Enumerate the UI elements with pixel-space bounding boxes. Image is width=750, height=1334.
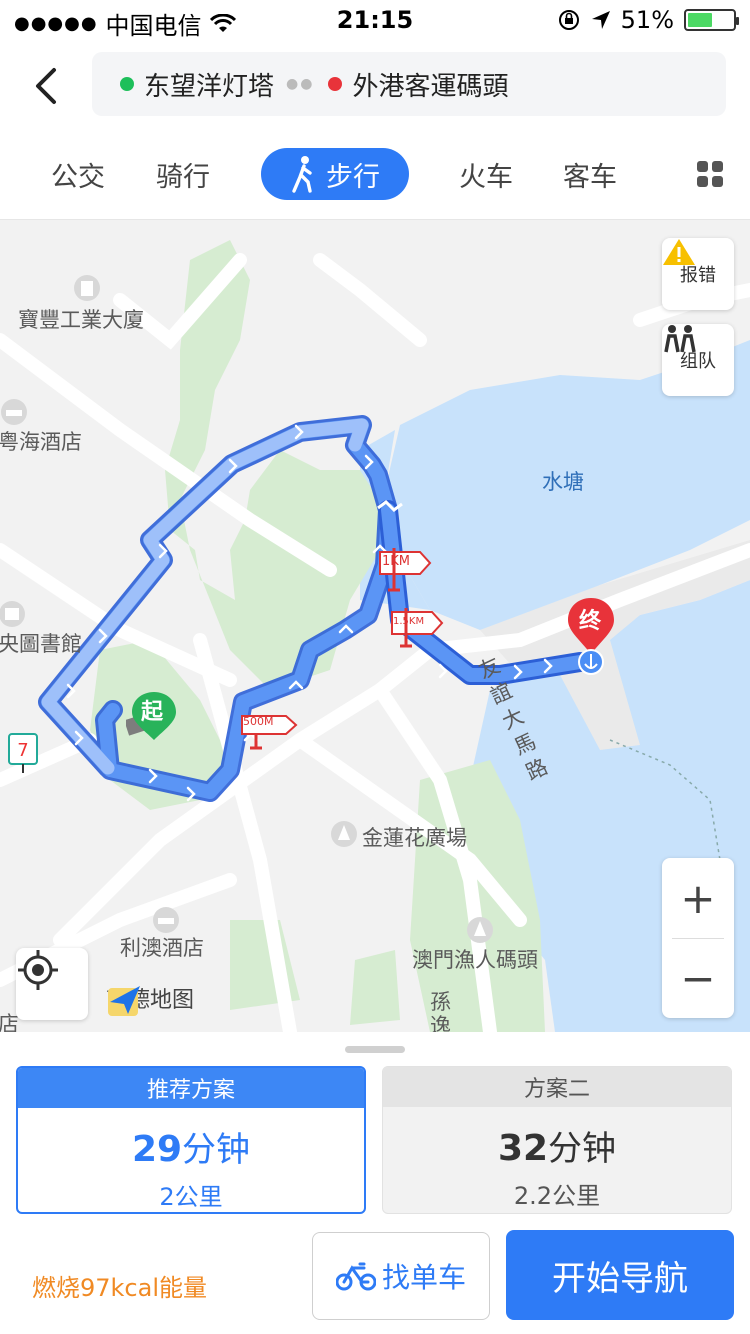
route-separator-icon: ●● [286,76,315,92]
tab-bus[interactable]: 公交 [40,148,116,200]
warning-icon [663,239,695,265]
map-canvas [0,240,750,1032]
more-modes-button[interactable] [688,148,732,200]
bicycle-icon [335,1262,376,1291]
plan-card-second[interactable]: 方案二 32分钟 2.2公里 [382,1066,732,1214]
tab-walking[interactable]: 步行 [261,148,409,200]
battery-icon [684,9,739,31]
tab-coach[interactable]: 客车 [552,148,628,200]
drag-handle[interactable] [345,1046,405,1053]
zoom-out-button[interactable]: − [662,938,734,1018]
building-icon [74,275,100,301]
signpost-icon [391,608,444,648]
status-bar: ●●●●● 中国电信 21:15 51% [0,0,750,42]
plan-title: 方案二 [383,1067,731,1107]
map-label-pier: 澳門漁人碼頭 [412,948,538,972]
map-label-library: 央圖書館 [0,632,82,656]
start-dot-icon [120,77,134,91]
amap-logo: 高德地图 [106,982,194,1016]
rotation-lock-icon [558,10,579,30]
amap-logo-icon [108,986,140,1016]
route-endpoints[interactable]: 东望洋灯塔 ●● 外港客運碼頭 [92,52,726,116]
hotel-icon [1,399,27,425]
end-location[interactable]: 外港客運碼頭 [352,66,508,103]
zoom-in-button[interactable]: + [662,858,734,938]
map-label-building: 寶豐工業大廈 [18,308,144,332]
map-label-water: 水塘 [542,470,584,494]
end-dot-icon [328,77,343,91]
plan-title: 推荐方案 [18,1068,364,1108]
crosshair-icon [18,950,58,990]
find-bike-button[interactable]: 找单车 [312,1232,490,1320]
plan-distance: 2公里 [159,1183,223,1211]
svg-text:7: 7 [17,740,28,761]
calorie-text: 燃烧97kcal能量 [32,1274,208,1302]
report-error-button[interactable]: 报错 [662,238,734,310]
library-icon [0,601,25,627]
convenience-store-icon: 7 [8,733,38,773]
group-people-icon [664,325,696,353]
group-button[interactable]: 组队 [662,324,734,396]
battery-percent: 51% [620,6,674,34]
chevron-left-icon [36,68,56,104]
map-view[interactable]: 7 寶豐工業大廈 粤海酒店 央圖書館 水塘 友誼大馬路 金蓮花廣場 利澳酒店 澳… [0,220,750,1032]
status-right: 51% [557,6,739,34]
zoom-control: + − [662,858,734,1018]
route-plans-panel: 推荐方案 29分钟 2公里 方案二 32分钟 2.2公里 燃烧97kcal能量 … [0,1032,750,1334]
map-label-hotel-bottom: 利澳酒店 [120,936,204,960]
start-navigation-button[interactable]: 开始导航 [506,1230,734,1320]
location-arrow-icon [591,11,610,29]
start-location[interactable]: 东望洋灯塔 [144,66,274,103]
map-label-plaza: 金蓮花廣場 [362,826,467,850]
landmark-icon [467,917,493,943]
plaza-icon [331,821,357,847]
hotel-icon [153,907,179,933]
map-label-road2: 孫逸 [430,990,451,1032]
transport-mode-tabs: 公交 骑行 步行 火车 客车 [0,134,750,220]
grid-menu-icon [697,161,723,187]
map-label-hotel: 粤海酒店 [0,430,82,454]
plan-duration: 29分钟 [131,1129,251,1170]
plan-duration: 32分钟 [497,1128,617,1169]
my-location-button[interactable] [16,948,88,1020]
route-header: 东望洋灯塔 ●● 外港客運碼頭 [0,42,750,134]
tab-train[interactable]: 火车 [448,148,524,200]
plan-distance: 2.2公里 [513,1182,601,1210]
walking-person-icon [292,156,312,193]
back-button[interactable] [20,60,72,112]
tab-cycling[interactable]: 骑行 [145,148,221,200]
plan-card-recommended[interactable]: 推荐方案 29分钟 2公里 [16,1066,366,1214]
